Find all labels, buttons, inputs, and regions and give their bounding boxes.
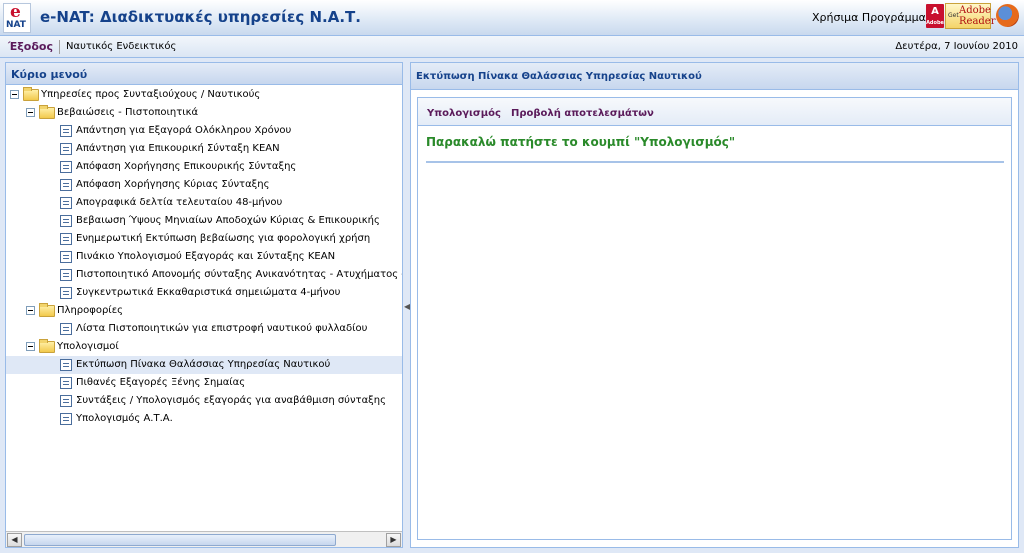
reader-brand-text: Adobe Reader: [959, 5, 996, 27]
tree-item-label: Λίστα Πιστοποιητικών για επιστροφή ναυτι…: [76, 323, 368, 334]
instruction-message: Παρακαλώ πατήστε το κουμπί "Υπολογισμός": [426, 135, 736, 149]
collapse-toggle-icon[interactable]: [26, 342, 35, 351]
document-icon: [60, 161, 72, 173]
tree-item-label: Πιθανές Εξαγορές Ξένης Σημαίας: [76, 377, 246, 388]
document-icon: [60, 143, 72, 155]
logo-e: e: [10, 2, 21, 22]
tree-leaf-item[interactable]: Εκτύπωση Πίνακα Θαλάσσιας Υπηρεσίας Ναυτ…: [6, 356, 402, 374]
tree-folder-item[interactable]: Υπηρεσίες προς Συνταξιούχους / Ναυτικούς: [6, 86, 402, 104]
tree-item-label: Απάντηση για Επικουρική Σύνταξη ΚΕΑΝ: [76, 143, 280, 154]
tree-item-label: Υπολογισμός Α.Τ.Α.: [76, 413, 173, 424]
tree-leaf-item[interactable]: Συγκεντρωτικά Εκκαθαριστικά σημειώματα 4…: [6, 284, 402, 302]
folder-icon: [23, 87, 39, 101]
collapse-toggle-icon[interactable]: [10, 90, 19, 99]
reader-adobe-text: Adobe: [959, 5, 991, 16]
get-adobe-reader-button[interactable]: Get Adobe Reader: [945, 3, 996, 29]
current-date: Δευτέρα, 7 Ιουνίου 2010: [895, 41, 1018, 52]
tree-leaf-item[interactable]: Απάντηση για Επικουρική Σύνταξη ΚΕΑΝ: [6, 140, 402, 158]
tree-item-label: Βεβαιωση Ύψους Μηνιαίων Αποδοχών Κύριας …: [76, 215, 380, 226]
tree-folder-item[interactable]: Πληροφορίες: [6, 302, 402, 320]
tree-leaf-item[interactable]: Απάντηση για Εξαγορά Ολόκληρου Χρόνου: [6, 122, 402, 140]
main-menu-panel: Κύριο μενού Υπηρεσίες προς Συνταξιούχους…: [5, 62, 403, 548]
folder-icon: [39, 303, 55, 317]
collapse-toggle-icon[interactable]: [26, 306, 35, 315]
tree-leaf-item[interactable]: Απόφαση Χορήγησης Επικουρικής Σύνταξης: [6, 158, 402, 176]
document-icon: [60, 377, 72, 389]
content-box: Υπολογισμός Προβολή αποτελεσμάτων Παρακα…: [417, 97, 1012, 540]
document-icon: [60, 395, 72, 407]
main-toolbar: Έξοδος Ναυτικός Ενδεικτικός Δευτέρα, 7 Ι…: [0, 36, 1024, 58]
tree-item-label: Εκτύπωση Πίνακα Θαλάσσιας Υπηρεσίας Ναυτ…: [76, 359, 331, 370]
tree-item-label: Συγκεντρωτικά Εκκαθαριστικά σημειώματα 4…: [76, 287, 341, 298]
content-panel: Εκτύπωση Πίνακα Θαλάσσιας Υπηρεσίας Ναυτ…: [410, 62, 1019, 548]
scroll-left-icon[interactable]: ◀: [7, 533, 22, 547]
tree-leaf-item[interactable]: Απογραφικά δελτία τελευταίου 48-μήνου: [6, 194, 402, 212]
tree-leaf-item[interactable]: Ενημερωτική Εκτύπωση βεβαίωσης για φορολ…: [6, 230, 402, 248]
tree-leaf-item[interactable]: Πινάκιο Υπολογισμού Εξαγοράς και Σύνταξη…: [6, 248, 402, 266]
tree-item-label: Βεβαιώσεις - Πιστοποιητικά: [57, 107, 199, 118]
adobe-letter: A: [931, 6, 939, 17]
tree-leaf-item[interactable]: Συντάξεις / Υπολογισμός εξαγοράς για ανα…: [6, 392, 402, 410]
tree-item-label: Απάντηση για Εξαγορά Ολόκληρου Χρόνου: [76, 125, 292, 136]
toolbar-separator: [59, 40, 60, 54]
app-logo: e NAT: [3, 2, 31, 33]
panel-splitter[interactable]: ◀: [403, 62, 410, 548]
reader-get-text: Get: [948, 12, 959, 19]
tree-item-label: Πληροφορίες: [57, 305, 123, 316]
tree-folder-item[interactable]: Υπολογισμοί: [6, 338, 402, 356]
logo-nat: NAT: [6, 20, 26, 30]
main-menu-title: Κύριο μενού: [6, 63, 402, 85]
app-title: e-NAT: Διαδικτυακές υπηρεσίες Ν.Α.Τ.: [40, 8, 361, 26]
message-divider: [426, 161, 1004, 163]
document-icon: [60, 287, 72, 299]
document-icon: [60, 197, 72, 209]
tree-leaf-item[interactable]: Πιθανές Εξαγορές Ξένης Σημαίας: [6, 374, 402, 392]
tree-leaf-item[interactable]: Υπολογισμός Α.Τ.Α.: [6, 410, 402, 428]
document-icon: [60, 323, 72, 335]
tree-item-label: Συντάξεις / Υπολογισμός εξαγοράς για ανα…: [76, 395, 386, 406]
horizontal-scrollbar[interactable]: ◀ ▶: [6, 531, 402, 547]
tree-leaf-item[interactable]: Λίστα Πιστοποιητικών για επιστροφή ναυτι…: [6, 320, 402, 338]
tree-leaf-item[interactable]: Απόφαση Χορήγησης Κύριας Σύνταξης: [6, 176, 402, 194]
document-icon: [60, 125, 72, 137]
adobe-icon[interactable]: A Adobe: [926, 4, 944, 28]
tree-item-label: Πιστοποιητικό Απονομής σύνταξης Ανικανότ…: [76, 269, 402, 280]
tree-leaf-item[interactable]: Πιστοποιητικό Απονομής σύνταξης Ανικανότ…: [6, 266, 402, 284]
tree-leaf-item[interactable]: Βεβαιωση Ύψους Μηνιαίων Αποδοχών Κύριας …: [6, 212, 402, 230]
tree-folder-item[interactable]: Βεβαιώσεις - Πιστοποιητικά: [6, 104, 402, 122]
tree-item-label: Πινάκιο Υπολογισμού Εξαγοράς και Σύνταξη…: [76, 251, 336, 262]
scrollbar-thumb[interactable]: [24, 534, 336, 546]
exit-button[interactable]: Έξοδος: [8, 40, 53, 53]
tree-item-label: Απόφαση Χορήγησης Κύριας Σύνταξης: [76, 179, 270, 190]
folder-icon: [39, 339, 55, 353]
view-results-button[interactable]: Προβολή αποτελεσμάτων: [511, 108, 654, 119]
calculate-button[interactable]: Υπολογισμός: [427, 108, 501, 119]
collapse-toggle-icon[interactable]: [26, 108, 35, 117]
document-icon: [60, 215, 72, 227]
tree-item-label: Υπολογισμοί: [57, 341, 119, 352]
document-icon: [60, 251, 72, 263]
tree-item-label: Ενημερωτική Εκτύπωση βεβαίωσης για φορολ…: [76, 233, 371, 244]
tree-item-label: Απογραφικά δελτία τελευταίου 48-μήνου: [76, 197, 283, 208]
document-icon: [60, 413, 72, 425]
adobe-sub: Adobe: [926, 20, 944, 26]
document-icon: [60, 269, 72, 281]
tree-item-label: Υπηρεσίες προς Συνταξιούχους / Ναυτικούς: [41, 89, 261, 100]
user-name: Ναυτικός Ενδεικτικός: [66, 41, 177, 52]
folder-icon: [39, 105, 55, 119]
app-header: e NAT e-NAT: Διαδικτυακές υπηρεσίες Ν.Α.…: [0, 0, 1024, 36]
document-icon: [60, 359, 72, 371]
document-icon: [60, 179, 72, 191]
menu-tree: Υπηρεσίες προς Συνταξιούχους / Ναυτικούς…: [6, 86, 402, 532]
scroll-right-icon[interactable]: ▶: [386, 533, 401, 547]
useful-programs-label: Χρήσιμα Προγράμματα:: [812, 11, 944, 24]
tree-item-label: Απόφαση Χορήγησης Επικουρικής Σύνταξης: [76, 161, 297, 172]
content-toolbar: Υπολογισμός Προβολή αποτελεσμάτων: [418, 98, 1011, 126]
firefox-icon[interactable]: [996, 4, 1019, 27]
content-panel-title: Εκτύπωση Πίνακα Θαλάσσιας Υπηρεσίας Ναυτ…: [411, 63, 1018, 90]
reader-reader-text: Reader: [959, 16, 996, 27]
document-icon: [60, 233, 72, 245]
